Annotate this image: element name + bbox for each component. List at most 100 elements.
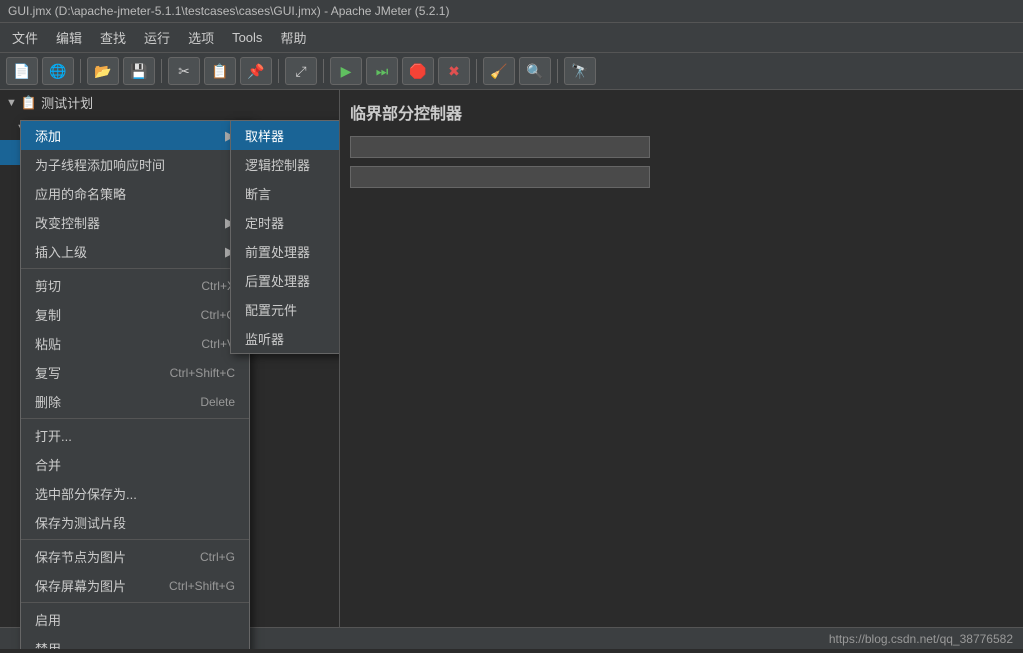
ctx-changecontroller-label: 改变控制器 <box>35 213 100 232</box>
sub1-listener-label: 监听器 <box>245 329 284 348</box>
tree-item-testplan[interactable]: ▼ 📋 测试计划 <box>0 90 339 115</box>
cut-button[interactable]: ✂ <box>168 57 200 85</box>
expand-button[interactable]: ⤢ <box>285 57 317 85</box>
toolbar-sep-2 <box>161 59 162 83</box>
sub1-pre[interactable]: 前置处理器 ▶ <box>231 237 340 266</box>
menu-options[interactable]: 选项 <box>180 25 222 50</box>
menu-find[interactable]: 查找 <box>92 25 134 50</box>
sub1-timer[interactable]: 定时器 ▶ <box>231 208 340 237</box>
ctx-disable[interactable]: 禁用 <box>21 634 249 649</box>
open-button[interactable]: 📂 <box>87 57 119 85</box>
ctx-sep-4 <box>21 602 249 603</box>
sub1-listener[interactable]: 监听器 ▶ <box>231 324 340 353</box>
panel-row-comment <box>350 166 1013 188</box>
ctx-cut-label: 剪切 <box>35 276 61 295</box>
sub1-timer-label: 定时器 <box>245 213 284 232</box>
status-url: https://blog.csdn.net/qq_38776582 <box>829 632 1013 646</box>
paste-button[interactable]: 📌 <box>240 57 272 85</box>
menu-bar: 文件 编辑 查找 运行 选项 Tools 帮助 <box>0 23 1023 53</box>
panel-title: 临界部分控制器 <box>350 100 1013 124</box>
start-no-pause-button[interactable]: ⏭ <box>366 57 398 85</box>
clear-button[interactable]: 🧹 <box>483 57 515 85</box>
sub1-pre-label: 前置处理器 <box>245 242 310 261</box>
sub1-post[interactable]: 后置处理器 ▶ <box>231 266 340 295</box>
ctx-savefrag-label: 保存为测试片段 <box>35 513 126 532</box>
ctx-savenode-label: 保存节点为图片 <box>35 547 126 566</box>
toolbar: 📄 🌐 📂 💾 ✂ 📋 📌 ⤢ ▶ ⏭ 🛑 ✖ 🧹 🔍 🔭 <box>0 53 1023 90</box>
ctx-savenode-shortcut: Ctrl+G <box>200 550 235 564</box>
toolbar-sep-3 <box>278 59 279 83</box>
save-button[interactable]: 💾 <box>123 57 155 85</box>
ctx-paste[interactable]: 粘贴 Ctrl+V <box>21 329 249 358</box>
menu-run[interactable]: 运行 <box>136 25 178 50</box>
ctx-open[interactable]: 打开... <box>21 421 249 450</box>
ctx-copy-label: 复制 <box>35 305 61 324</box>
ctx-duplicate-shortcut: Ctrl+Shift+C <box>170 366 235 380</box>
sub1-sampler[interactable]: 取样器 ▶ <box>231 121 340 150</box>
ctx-sep-2 <box>21 418 249 419</box>
icon-testplan: 📋 <box>21 95 37 111</box>
copy-button[interactable]: 📋 <box>204 57 236 85</box>
ctx-sep-3 <box>21 539 249 540</box>
context-menu: 添加 ▶ 为子线程添加响应时间 应用的命名策略 改变控制器 ▶ 插入上级 ▶ 剪… <box>20 120 250 649</box>
ctx-savescreen[interactable]: 保存屏幕为图片 Ctrl+Shift+G <box>21 571 249 600</box>
sub1-assertion[interactable]: 断言 ▶ <box>231 179 340 208</box>
ctx-changecontroller[interactable]: 改变控制器 ▶ <box>21 208 249 237</box>
new-button[interactable]: 📄 <box>6 57 38 85</box>
ctx-enable-label: 启用 <box>35 610 61 629</box>
arrow-testplan: ▼ <box>6 97 17 109</box>
sub1-sampler-label: 取样器 <box>245 126 284 145</box>
menu-file[interactable]: 文件 <box>4 25 46 50</box>
ctx-delete-shortcut: Delete <box>200 395 235 409</box>
main-layout: ▼ 📋 测试计划 ▼ ⚙ 线程组 ▼ 📁 临... 📄 JP... 📊 察... <box>0 90 1023 649</box>
title-bar: GUI.jmx (D:\apache-jmeter-5.1.1\testcase… <box>0 0 1023 23</box>
sub1-post-label: 后置处理器 <box>245 271 310 290</box>
ctx-disable-label: 禁用 <box>35 639 61 649</box>
toolbar-sep-6 <box>557 59 558 83</box>
ctx-enable[interactable]: 启用 <box>21 605 249 634</box>
content-panel: 临界部分控制器 <box>340 90 1023 649</box>
ctx-savescreen-shortcut: Ctrl+Shift+G <box>169 579 235 593</box>
submenu-level1: 取样器 ▶ 逻辑控制器 ▶ 断言 ▶ 定时器 ▶ 前置处理器 ▶ 后置处理器 ▶ <box>230 120 340 354</box>
ctx-savenode[interactable]: 保存节点为图片 Ctrl+G <box>21 542 249 571</box>
ctx-insertparent[interactable]: 插入上级 ▶ <box>21 237 249 266</box>
ctx-merge[interactable]: 合并 <box>21 450 249 479</box>
ctx-copy[interactable]: 复制 Ctrl+C <box>21 300 249 329</box>
ctx-naming-label: 应用的命名策略 <box>35 184 126 203</box>
ctx-addresponse[interactable]: 为子线程添加响应时间 <box>21 150 249 179</box>
ctx-delete-label: 删除 <box>35 392 61 411</box>
sub1-config[interactable]: 配置元件 ▶ <box>231 295 340 324</box>
menu-edit[interactable]: 编辑 <box>48 25 90 50</box>
ctx-cut[interactable]: 剪切 Ctrl+X <box>21 271 249 300</box>
ctx-delete[interactable]: 删除 Delete <box>21 387 249 416</box>
toolbar-sep-1 <box>80 59 81 83</box>
sub1-logiccontroller-label: 逻辑控制器 <box>245 155 310 174</box>
title-text: GUI.jmx (D:\apache-jmeter-5.1.1\testcase… <box>8 4 449 18</box>
ctx-merge-label: 合并 <box>35 455 61 474</box>
panel-comment-input[interactable] <box>350 166 650 188</box>
start-button[interactable]: ▶ <box>330 57 362 85</box>
ctx-savefrag[interactable]: 保存为测试片段 <box>21 508 249 537</box>
panel-row-name <box>350 136 1013 158</box>
sub1-config-label: 配置元件 <box>245 300 297 319</box>
menu-help[interactable]: 帮助 <box>272 25 314 50</box>
ctx-duplicate-label: 复写 <box>35 363 61 382</box>
ctx-savescreen-label: 保存屏幕为图片 <box>35 576 126 595</box>
search-button[interactable]: 🔍 <box>519 57 551 85</box>
ctx-sep-1 <box>21 268 249 269</box>
sub1-logiccontroller[interactable]: 逻辑控制器 ▶ <box>231 150 340 179</box>
ctx-add[interactable]: 添加 ▶ <box>21 121 249 150</box>
panel-name-input[interactable] <box>350 136 650 158</box>
menu-tools[interactable]: Tools <box>224 27 270 48</box>
sub1-assertion-label: 断言 <box>245 184 271 203</box>
browse-button[interactable]: 🔭 <box>564 57 596 85</box>
stop-button[interactable]: 🛑 <box>402 57 434 85</box>
label-testplan: 测试计划 <box>41 93 93 112</box>
shutdown-button[interactable]: ✖ <box>438 57 470 85</box>
ctx-naming[interactable]: 应用的命名策略 <box>21 179 249 208</box>
templates-button[interactable]: 🌐 <box>42 57 74 85</box>
ctx-duplicate[interactable]: 复写 Ctrl+Shift+C <box>21 358 249 387</box>
toolbar-sep-4 <box>323 59 324 83</box>
ctx-saveas[interactable]: 选中部分保存为... <box>21 479 249 508</box>
ctx-saveas-label: 选中部分保存为... <box>35 484 137 503</box>
